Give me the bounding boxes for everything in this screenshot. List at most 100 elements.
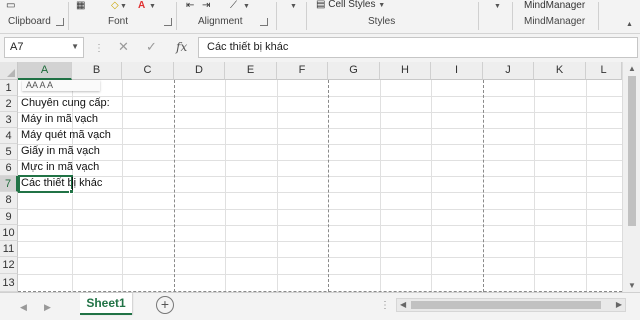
page-break-line <box>483 80 484 292</box>
ribbon-separator <box>276 2 277 30</box>
next-sheet-icon[interactable]: ▶ <box>44 302 51 313</box>
borders-icon[interactable]: ▦ <box>76 0 85 12</box>
gridline <box>225 80 226 292</box>
scroll-right-icon[interactable]: ▶ <box>616 300 622 309</box>
mindmanager-button[interactable]: MindManager <box>524 0 585 11</box>
vertical-scroll-thumb[interactable] <box>628 76 636 226</box>
row-header-5[interactable]: 5 <box>0 144 18 160</box>
vertical-scrollbar[interactable]: ▲ ▼ <box>622 62 640 292</box>
ribbon-separator <box>68 2 69 30</box>
cells-dropdown-icon[interactable]: ▼ <box>494 0 501 12</box>
fill-color-icon[interactable]: ◇ <box>111 0 119 12</box>
select-all-button[interactable] <box>0 62 18 80</box>
row-header-6[interactable]: 6 <box>0 160 18 176</box>
ribbon-separator <box>176 2 177 30</box>
cell-a3[interactable]: Máy in mã vạch <box>21 113 98 125</box>
increase-indent-icon[interactable]: ⇥ <box>202 0 210 12</box>
number-dropdown-icon[interactable]: ▼ <box>290 0 297 12</box>
row-header-2[interactable]: 2 <box>0 96 18 112</box>
column-header-j[interactable]: J <box>483 62 534 80</box>
column-header-c[interactable]: C <box>122 62 174 80</box>
name-box-dropdown-icon[interactable]: ▼ <box>71 42 79 51</box>
row-header-12[interactable]: 12 <box>0 257 18 274</box>
column-header-f[interactable]: F <box>277 62 328 80</box>
column-header-d[interactable]: D <box>174 62 225 80</box>
row-header-3[interactable]: 3 <box>0 112 18 128</box>
ribbon-group-clipboard: Clipboard <box>8 16 51 27</box>
clipboard-launcher-icon[interactable] <box>56 18 64 26</box>
gridline <box>534 80 535 292</box>
formula-bar: A7 ▼ ⋮ ✕ ✓ fx Các thiết bị khác <box>0 34 640 62</box>
clipboard-paste-icon[interactable]: ▭ <box>6 0 20 12</box>
scroll-left-icon[interactable]: ◀ <box>400 300 406 309</box>
gridline <box>18 241 622 242</box>
gridline <box>18 225 622 226</box>
formula-input[interactable]: Các thiết bị khác <box>198 37 638 58</box>
text-cursor <box>72 177 73 190</box>
gridline <box>18 176 622 177</box>
active-cell-outline[interactable] <box>18 175 73 193</box>
gridline <box>586 80 587 292</box>
fill-color-dropdown-icon[interactable]: ▼ <box>120 0 127 12</box>
row-header-9[interactable]: 9 <box>0 209 18 225</box>
gridline <box>431 80 432 292</box>
font-color-icon[interactable]: A <box>138 0 145 12</box>
cell-a2[interactable]: Chuyên cung cấp: <box>21 97 110 109</box>
formula-bar-grip-icon[interactable]: ⋮ <box>94 43 104 54</box>
column-header-k[interactable]: K <box>534 62 586 80</box>
row-header-7[interactable]: 7 <box>0 176 18 192</box>
orientation-icon[interactable]: ⟋ <box>230 0 237 12</box>
horizontal-scrollbar[interactable]: ◀ ▶ <box>396 298 626 312</box>
enter-icon[interactable]: ✓ <box>146 39 157 55</box>
name-box[interactable]: A7 ▼ <box>4 37 84 58</box>
name-box-value: A7 <box>10 41 24 53</box>
collapse-ribbon-icon[interactable]: ▲ <box>626 18 633 30</box>
sheet-tab-sheet1[interactable]: Sheet1 <box>80 293 132 315</box>
cell-styles-label: Cell Styles <box>328 0 376 10</box>
column-header-a[interactable]: A <box>18 62 72 80</box>
add-sheet-button[interactable]: + <box>156 296 174 314</box>
cell-styles-icon: ▤ <box>316 0 329 10</box>
gridline <box>18 274 622 275</box>
row-header-10[interactable]: 10 <box>0 225 18 241</box>
cell-a4[interactable]: Máy quét mã vạch <box>21 129 111 141</box>
scroll-up-icon[interactable]: ▲ <box>628 64 636 73</box>
scroll-down-icon[interactable]: ▼ <box>628 281 636 290</box>
cell-styles-button[interactable]: ▤ Cell Styles ▼ <box>316 0 385 10</box>
orientation-dropdown-icon[interactable]: ▼ <box>243 0 250 12</box>
ribbon-group-styles: Styles <box>368 16 396 27</box>
column-header-i[interactable]: I <box>431 62 483 80</box>
column-header-b[interactable]: B <box>72 62 122 80</box>
mini-toolbar[interactable]: AA A A <box>22 80 100 91</box>
alignment-launcher-icon[interactable] <box>260 18 268 26</box>
ribbon-separator <box>306 2 307 30</box>
gridline <box>18 209 622 210</box>
ribbon-separator <box>598 2 599 30</box>
cancel-icon[interactable]: ✕ <box>118 39 129 55</box>
cell-a6[interactable]: Mực in mã vạch <box>21 161 99 173</box>
column-header-g[interactable]: G <box>328 62 380 80</box>
column-header-l[interactable]: L <box>586 62 622 80</box>
gridline <box>18 257 622 258</box>
previous-sheet-icon[interactable]: ◀ <box>20 302 27 313</box>
cell-a5[interactable]: Giấy in mã vạch <box>21 145 100 157</box>
worksheet-grid[interactable]: A B C D E F G H I J K L 1 2 3 4 5 6 7 8 … <box>0 62 640 292</box>
row-header-13[interactable]: 13 <box>0 274 18 292</box>
ribbon-separator <box>512 2 513 30</box>
font-color-dropdown-icon[interactable]: ▼ <box>149 0 156 12</box>
tab-split-handle-icon[interactable]: ⋮ <box>380 300 390 311</box>
ribbon-group-mindmanager: MindManager <box>524 16 586 27</box>
horizontal-scroll-thumb[interactable] <box>411 301 601 309</box>
column-header-e[interactable]: E <box>225 62 277 80</box>
ribbon-group-font: Font <box>108 16 129 27</box>
ribbon-group-alignment: Alignment <box>198 16 243 27</box>
column-header-h[interactable]: H <box>380 62 431 80</box>
row-header-1[interactable]: 1 <box>0 80 18 96</box>
row-header-4[interactable]: 4 <box>0 128 18 144</box>
row-header-8[interactable]: 8 <box>0 192 18 209</box>
insert-function-icon[interactable]: fx <box>176 40 187 54</box>
gridline <box>122 80 123 292</box>
decrease-indent-icon[interactable]: ⇤ <box>186 0 194 12</box>
row-header-11[interactable]: 11 <box>0 241 18 257</box>
font-launcher-icon[interactable] <box>164 18 172 26</box>
